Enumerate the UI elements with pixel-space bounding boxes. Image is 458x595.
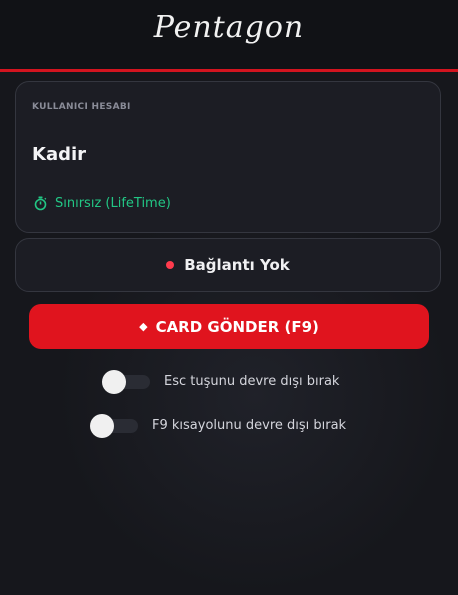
f9-toggle-row: F9 kısayolunu devre dışı bırak [90, 413, 347, 438]
app-title: Pentagon [153, 10, 305, 45]
status-dot-icon [166, 261, 175, 269]
license-text: Sınırsız (LifeTime) [55, 196, 171, 211]
connection-status: Bağlantı Yok [15, 238, 441, 292]
esc-toggle-label: Esc tuşunu devre dışı bırak [164, 374, 340, 389]
account-section-label: KULLANICI HESABI [32, 102, 131, 112]
card-send-label: CARD GÖNDER (F9) [155, 317, 319, 336]
header-accent-line [0, 69, 458, 72]
app-header: Pentagon [0, 0, 458, 72]
stopwatch-icon [34, 196, 47, 211]
toggle-knob [102, 369, 126, 394]
account-username: Kadir [32, 144, 87, 165]
f9-disable-toggle[interactable] [90, 413, 138, 438]
account-card: KULLANICI HESABI Kadir Sınırsız (LifeTim… [15, 81, 441, 233]
toggle-knob [90, 413, 114, 438]
card-send-button[interactable]: ◆ CARD GÖNDER (F9) [29, 304, 429, 349]
esc-disable-toggle[interactable] [102, 369, 150, 394]
f9-toggle-label: F9 kısayolunu devre dışı bırak [152, 418, 347, 433]
connection-status-text: Bağlantı Yok [184, 256, 290, 274]
license-info: Sınırsız (LifeTime) [34, 196, 171, 211]
esc-toggle-row: Esc tuşunu devre dışı bırak [102, 369, 340, 394]
diamond-icon: ◆ [139, 320, 148, 333]
